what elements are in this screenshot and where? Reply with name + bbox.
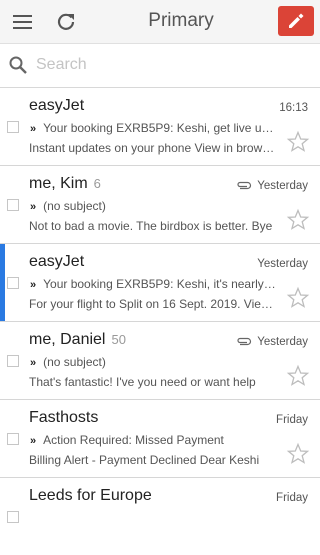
search-icon [9,56,27,74]
sender-line: Fasthosts [29,409,98,427]
double-chevron-right-icon: » [30,357,37,369]
sender-name: me, Kim [29,175,88,192]
subject-line: » Action Required: Missed Payment [30,433,278,447]
sender-name: Fasthosts [29,409,99,426]
email-time: Friday [276,492,308,504]
email-time: Yesterday [257,336,308,348]
sender-name: easyJet [29,253,85,270]
email-time: Friday [276,414,308,426]
paperclip-icon [237,182,252,190]
email-time: 16:13 [279,102,308,114]
star-outline-icon[interactable] [286,208,310,232]
email-row[interactable]: easyJet 16:13 » Your booking EXRB5P9: Kes… [0,88,320,166]
email-snippet: Instant updates on your phone View in br… [29,141,277,155]
pencil-icon [289,13,304,28]
time-line: Friday [276,492,308,504]
select-checkbox[interactable] [7,433,19,445]
email-time: Yesterday [257,180,308,192]
email-row[interactable]: Fasthosts Friday » Action Required: Misse… [0,400,320,478]
subject-line: » (no subject) [30,199,278,213]
thread-count: 6 [93,176,101,191]
select-checkbox[interactable] [7,277,19,289]
subject-line: » Your booking EXRB5P9: Keshi, it's nearl… [30,277,278,291]
sender-name: me, Daniel [29,331,106,348]
compose-button[interactable] [278,6,314,36]
top-app-bar: Primary [0,0,320,44]
email-subject: (no subject) [43,355,106,369]
sender-line: me, Daniel 50 [29,331,126,349]
email-subject: (no subject) [43,199,106,213]
time-line: Yesterday [236,336,308,348]
email-row[interactable]: me, Kim 6 Yesterday » (no subject) Not to … [0,166,320,244]
email-row[interactable]: me, Daniel 50 Yesterday » (no subject) Tha… [0,322,320,400]
select-checkbox[interactable] [7,355,19,367]
email-row[interactable]: easyJet Yesterday » Your booking EXRB5P9:… [0,244,320,322]
double-chevron-right-icon: » [30,123,37,135]
search-bar [0,44,320,88]
double-chevron-right-icon: » [30,201,37,213]
double-chevron-right-icon: » [30,435,37,447]
star-outline-icon[interactable] [286,364,310,388]
email-list: easyJet 16:13 » Your booking EXRB5P9: Kes… [0,88,320,555]
page-title: Primary [148,10,214,31]
sender-line: easyJet [29,97,84,115]
sender-line: Leeds for Europe [29,487,152,505]
time-line: Yesterday [236,180,308,192]
select-checkbox[interactable] [7,199,19,211]
subject-line: » Your booking EXRB5P9: Keshi, get live u… [30,121,278,135]
star-outline-icon[interactable] [286,286,310,310]
double-chevron-right-icon: » [30,279,37,291]
email-time: Yesterday [257,258,308,270]
email-row[interactable]: Leeds for Europe Friday [0,478,320,555]
sender-line: easyJet [29,253,84,271]
star-outline-icon[interactable] [286,130,310,154]
time-line: Friday [276,414,308,426]
subject-line: » (no subject) [30,355,278,369]
select-checkbox[interactable] [7,121,19,133]
select-checkbox[interactable] [7,511,19,523]
sender-name: Leeds for Europe [29,487,152,504]
time-line: 16:13 [279,102,308,114]
search-input[interactable] [36,53,306,77]
sender-name: easyJet [29,97,85,114]
email-subject: Your booking EXRB5P9: Keshi, it's nearly… [43,277,278,291]
star-outline-icon[interactable] [286,442,310,466]
sender-line: me, Kim 6 [29,175,101,193]
paperclip-icon [237,338,252,346]
email-snippet: Billing Alert - Payment Declined Dear Ke… [29,453,260,467]
thread-count: 50 [111,332,126,347]
email-snippet: That's fantastic! I've you need or want … [29,375,256,389]
email-snippet: Not to bad a movie. The birdbox is bette… [29,219,273,233]
email-snippet: For your flight to Split on 16 Sept. 201… [29,297,277,311]
email-subject: Action Required: Missed Payment [43,433,224,447]
time-line: Yesterday [257,258,308,270]
email-subject: Your booking EXRB5P9: Keshi, get live up… [43,121,278,135]
